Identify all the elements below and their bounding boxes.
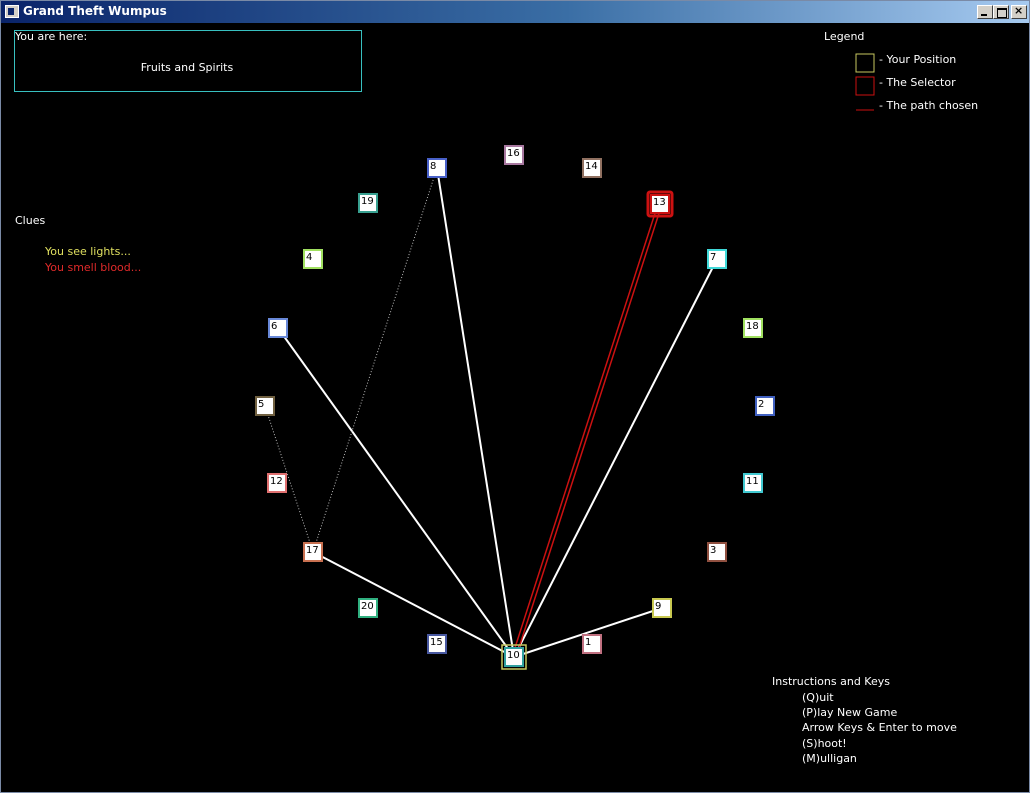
game-window: Grand Theft Wumpus × You are here: Fruit… [0, 0, 1030, 793]
tunnel-10-6 [277, 327, 515, 658]
cave-map: 8 16 14 13 19 7 4 18 6 2 5 12 11 3 17 20 9 15 1 10 [255, 53, 875, 670]
cave-node-6[interactable]: 6 [268, 318, 288, 338]
cave-node-7[interactable]: 7 [707, 249, 727, 269]
cave-node-label: 16 [507, 148, 520, 159]
cave-node-label: 18 [746, 321, 759, 332]
cave-node-18[interactable]: 18 [743, 318, 763, 338]
cave-node-label: 11 [746, 476, 759, 487]
cave-node-label: 2 [758, 399, 764, 410]
cave-node-5[interactable]: 5 [255, 396, 275, 416]
cave-node-17[interactable]: 17 [303, 542, 323, 562]
close-button[interactable]: × [1011, 5, 1027, 19]
cave-node-10[interactable]: 10 [504, 647, 524, 667]
maximize-icon [997, 8, 1007, 18]
cave-node-label: 3 [710, 545, 716, 556]
cave-node-label: 20 [361, 601, 374, 612]
cave-node-label: 4 [306, 252, 312, 263]
legend-position-swatch [855, 53, 875, 73]
cave-node-2[interactable]: 2 [755, 396, 775, 416]
tunnel-10-8 [436, 167, 515, 658]
cave-node-label: 6 [271, 321, 277, 332]
legend-selector-swatch [855, 76, 875, 96]
close-icon: × [1014, 4, 1024, 17]
tunnel-10-17 [312, 551, 515, 658]
cave-node-8[interactable]: 8 [427, 158, 447, 178]
cave-node-label: 10 [507, 650, 520, 661]
cave-node-12[interactable]: 12 [267, 473, 287, 493]
cave-node-16[interactable]: 16 [504, 145, 524, 165]
cave-node-15[interactable]: 15 [427, 634, 447, 654]
app-icon [5, 5, 19, 18]
cave-node-1[interactable]: 1 [582, 634, 602, 654]
cave-node-14[interactable]: 14 [582, 158, 602, 178]
cave-node-label: 5 [258, 399, 264, 410]
cave-node-label: 14 [585, 161, 598, 172]
cave-node-label: 19 [361, 196, 374, 207]
cave-node-label: 12 [270, 476, 283, 487]
cave-node-9[interactable]: 9 [652, 598, 672, 618]
minimize-button[interactable] [977, 5, 993, 19]
chosen-path-b [515, 203, 663, 658]
maximize-button[interactable] [993, 5, 1009, 19]
cave-node-label: 13 [653, 197, 666, 208]
tunnel-10-7 [513, 258, 718, 658]
cave-node-4[interactable]: 4 [303, 249, 323, 269]
cave-node-label: 8 [430, 161, 436, 172]
chosen-path [511, 203, 659, 658]
explored-tunnel-17-8 [312, 167, 438, 553]
cave-node-11[interactable]: 11 [743, 473, 763, 493]
cave-node-3[interactable]: 3 [707, 542, 727, 562]
minimize-icon [981, 14, 987, 16]
title-bar[interactable]: Grand Theft Wumpus × [1, 1, 1029, 23]
cave-node-label: 9 [655, 601, 661, 612]
cave-node-label: 15 [430, 637, 443, 648]
window-title: Grand Theft Wumpus [23, 4, 167, 18]
cave-node-19[interactable]: 19 [358, 193, 378, 213]
cave-node-label: 17 [306, 545, 319, 556]
cave-node-label: 1 [585, 637, 591, 648]
game-area: You are here: Fruits and Spirits Clues Y… [3, 23, 1029, 792]
cave-node-label: 7 [710, 252, 716, 263]
cave-node-13[interactable]: 13 [650, 194, 670, 214]
cave-node-20[interactable]: 20 [358, 598, 378, 618]
